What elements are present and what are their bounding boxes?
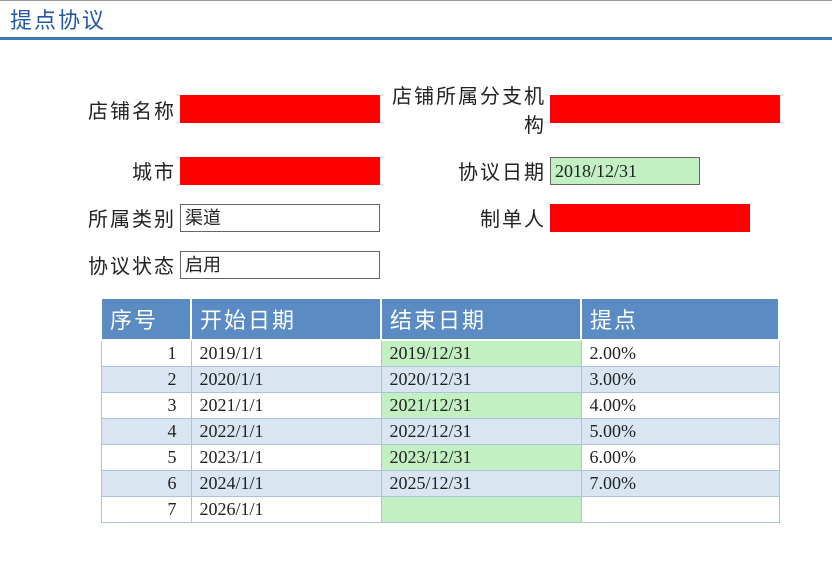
cell-end-date[interactable]: 2022/12/31 [381, 419, 581, 445]
cell-rate[interactable]: 3.00% [581, 367, 779, 393]
category-input[interactable]: 渠道 [180, 204, 380, 232]
cell-start-date[interactable]: 2019/1/1 [191, 340, 381, 367]
cell-rate[interactable]: 2.00% [581, 340, 779, 367]
category-label: 所属类别 [20, 203, 180, 232]
page-title: 提点协议 [0, 0, 832, 40]
cell-rate[interactable]: 4.00% [581, 393, 779, 419]
col-rate: 提点 [581, 298, 779, 340]
cell-end-date[interactable]: 2023/12/31 [381, 445, 581, 471]
table-row: 12019/1/12019/12/312.00% [101, 340, 779, 367]
agreement-date-label: 协议日期 [380, 156, 550, 185]
cell-end-date[interactable]: 2020/12/31 [381, 367, 581, 393]
agreement-date-input[interactable]: 2018/12/31 [550, 157, 700, 185]
cell-seq: 3 [101, 393, 191, 419]
table-row: 72026/1/1 [101, 497, 779, 523]
table-row: 62024/1/12025/12/317.00% [101, 471, 779, 497]
cell-seq: 1 [101, 340, 191, 367]
col-start: 开始日期 [191, 298, 381, 340]
cell-start-date[interactable]: 2024/1/1 [191, 471, 381, 497]
cell-end-date[interactable]: 2021/12/31 [381, 393, 581, 419]
cell-rate[interactable]: 6.00% [581, 445, 779, 471]
col-seq: 序号 [101, 298, 191, 340]
creator-label: 制单人 [380, 203, 550, 232]
cell-start-date[interactable]: 2020/1/1 [191, 367, 381, 393]
cell-seq: 4 [101, 419, 191, 445]
table-row: 22020/1/12020/12/313.00% [101, 367, 779, 393]
table-row: 42022/1/12022/12/315.00% [101, 419, 779, 445]
branch-label: 店铺所属分支机构 [380, 80, 550, 138]
table-row: 32021/1/12021/12/314.00% [101, 393, 779, 419]
cell-seq: 7 [101, 497, 191, 523]
cell-seq: 6 [101, 471, 191, 497]
branch-input[interactable] [550, 95, 780, 123]
cell-rate[interactable] [581, 497, 779, 523]
form-area: 店铺名称 店铺所属分支机构 城市 协议日期 2018/12/31 所属类别 渠道… [0, 40, 832, 543]
city-input[interactable] [180, 157, 380, 185]
cell-start-date[interactable]: 2026/1/1 [191, 497, 381, 523]
city-label: 城市 [20, 156, 180, 185]
cell-start-date[interactable]: 2021/1/1 [191, 393, 381, 419]
cell-start-date[interactable]: 2023/1/1 [191, 445, 381, 471]
cell-rate[interactable]: 5.00% [581, 419, 779, 445]
cell-seq: 2 [101, 367, 191, 393]
table-row: 52023/1/12023/12/316.00% [101, 445, 779, 471]
store-name-label: 店铺名称 [20, 95, 180, 124]
col-end: 结束日期 [381, 298, 581, 340]
cell-rate[interactable]: 7.00% [581, 471, 779, 497]
cell-seq: 5 [101, 445, 191, 471]
cell-end-date[interactable]: 2025/12/31 [381, 471, 581, 497]
store-name-input[interactable] [180, 95, 380, 123]
rate-table: 序号 开始日期 结束日期 提点 12019/1/12019/12/312.00%… [100, 297, 780, 523]
cell-start-date[interactable]: 2022/1/1 [191, 419, 381, 445]
status-label: 协议状态 [20, 250, 180, 279]
status-input[interactable]: 启用 [180, 251, 380, 279]
cell-end-date[interactable]: 2019/12/31 [381, 340, 581, 367]
creator-input[interactable] [550, 204, 750, 232]
cell-end-date[interactable] [381, 497, 581, 523]
